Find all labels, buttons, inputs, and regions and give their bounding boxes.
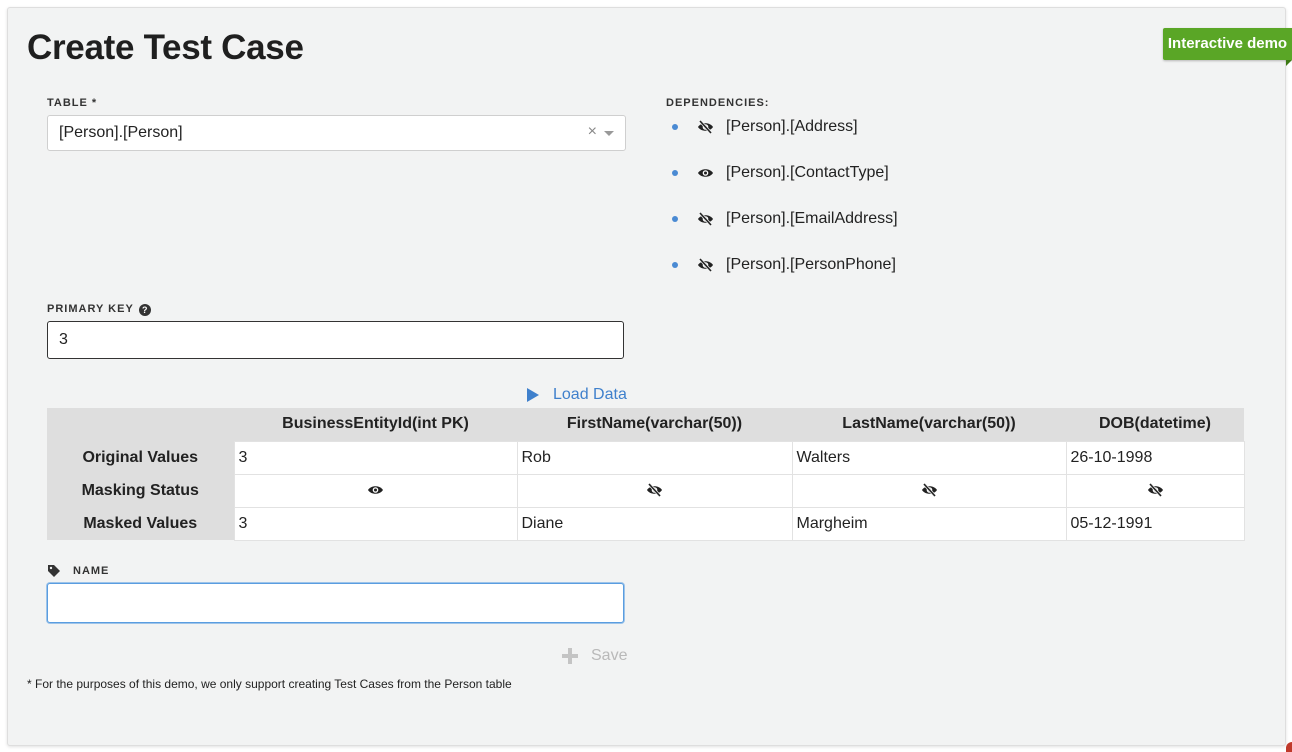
table-corner-cell (47, 408, 234, 441)
column-header: DOB(datetime) (1066, 408, 1244, 441)
name-label: NAME (73, 565, 110, 577)
dependency-name: [Person].[PersonPhone] (726, 256, 896, 273)
dependency-name: [Person].[EmailAddress] (726, 210, 898, 227)
masking-status-cell (233, 473, 518, 508)
table-cell: Rob (516, 440, 793, 475)
table-cell: Walters (791, 440, 1067, 475)
table-row-masking-status: Masking Status (47, 473, 1245, 508)
table-label: TABLE * (47, 97, 98, 109)
table-cell: 26-10-1998 (1065, 440, 1245, 475)
eye-slash-icon (921, 483, 937, 498)
eye-slash-icon (1147, 483, 1163, 498)
column-header: FirstName(varchar(50)) (517, 408, 792, 441)
eye-icon (368, 486, 383, 495)
table-cell: 05-12-1991 (1065, 506, 1245, 541)
load-data-label: Load Data (553, 386, 627, 403)
table-row-masked-values: Masked Values 3 Diane Margheim 05-12-199… (47, 506, 1245, 541)
eye-slash-icon (647, 483, 662, 498)
eye-slash-icon (698, 120, 713, 134)
table-cell: Diane (516, 506, 793, 541)
page-title: Create Test Case (27, 28, 304, 67)
corner-decoration (1286, 742, 1292, 752)
plus-icon (562, 648, 578, 664)
column-header: LastName(varchar(50)) (792, 408, 1066, 441)
table-header-row: BusinessEntityId(int PK) FirstName(varch… (47, 408, 1244, 441)
play-icon (527, 388, 539, 402)
bullet (672, 170, 678, 176)
dependencies-label: DEPENDENCIES: (666, 97, 770, 109)
primary-key-label: PRIMARY KEY? (47, 303, 151, 316)
tag-icon (48, 565, 60, 577)
table-select[interactable]: [Person].[Person] × (47, 115, 626, 151)
interactive-demo-badge[interactable]: Interactive demo (1163, 28, 1292, 66)
footnote: * For the purposes of this demo, we only… (27, 677, 512, 691)
help-icon[interactable]: ? (138, 304, 151, 316)
bullet (672, 124, 678, 130)
row-label: Original Values (47, 441, 234, 474)
row-label: Masked Values (47, 507, 234, 540)
table-row-original-values: Original Values 3 Rob Walters 26-10-1998 (47, 440, 1245, 475)
bullet (672, 262, 678, 268)
primary-key-label-text: PRIMARY KEY (47, 303, 134, 315)
eye-slash-icon (698, 258, 713, 272)
name-input[interactable] (47, 583, 624, 623)
masking-status-cell (516, 473, 793, 508)
primary-key-input[interactable] (47, 321, 624, 359)
column-header: BusinessEntityId(int PK) (234, 408, 517, 441)
chevron-down-icon[interactable] (604, 131, 614, 136)
row-label: Masking Status (47, 474, 234, 507)
masking-status-cell (1065, 473, 1245, 508)
table-cell: 3 (233, 506, 518, 541)
dependency-name: [Person].[Address] (726, 118, 858, 135)
table-cell: Margheim (791, 506, 1067, 541)
masking-status-cell (791, 473, 1067, 508)
save-button[interactable]: Save (562, 647, 627, 665)
table-cell: 3 (233, 440, 518, 475)
save-label: Save (591, 647, 628, 664)
eye-slash-icon (698, 212, 713, 226)
dependency-name: [Person].[ContactType] (726, 164, 889, 181)
bullet (672, 216, 678, 222)
eye-icon (698, 169, 713, 177)
clear-icon[interactable]: × (588, 123, 597, 141)
load-data-button[interactable]: Load Data (527, 385, 627, 405)
table-select-value: [Person].[Person] (59, 124, 183, 141)
data-preview-table: BusinessEntityId(int PK) FirstName(varch… (47, 408, 1245, 541)
